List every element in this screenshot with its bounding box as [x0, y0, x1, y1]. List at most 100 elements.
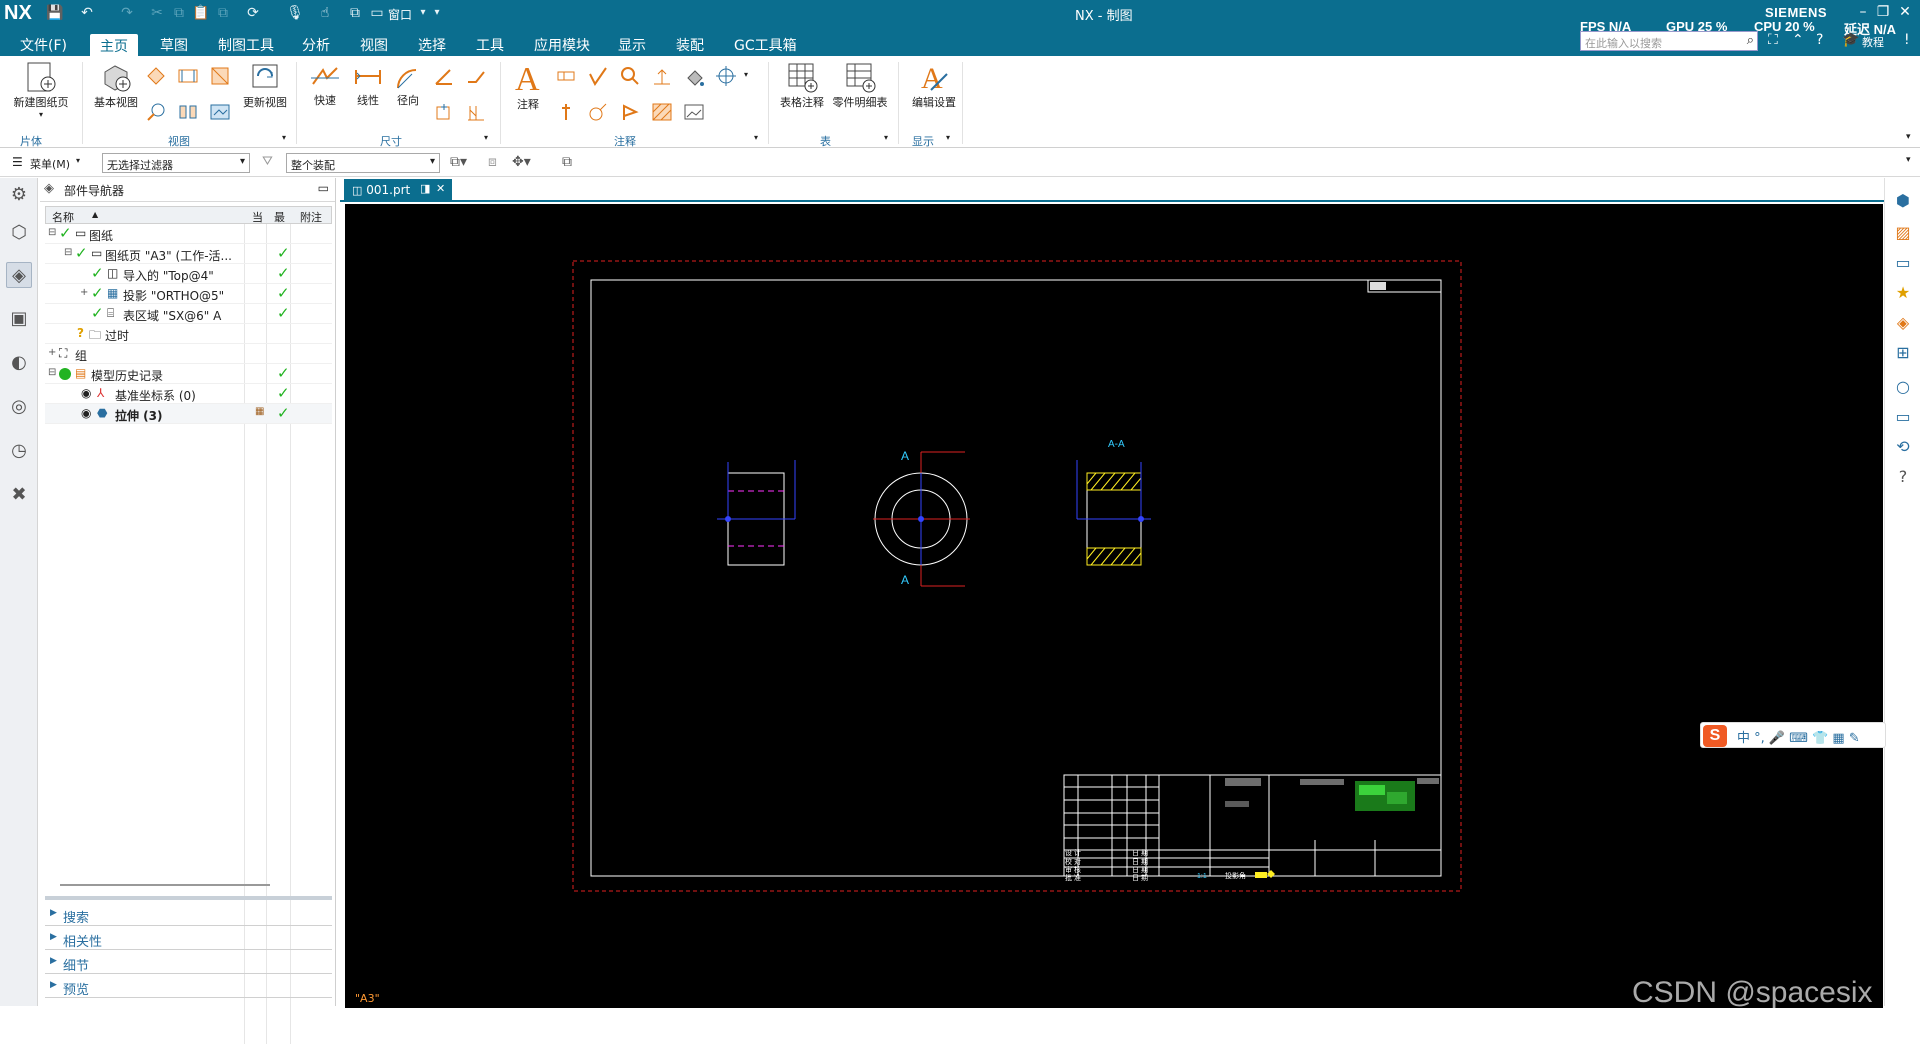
expand-toggle[interactable]: +: [48, 347, 56, 358]
note-button[interactable]: A 注释: [504, 60, 552, 112]
panel-splitter[interactable]: [45, 896, 332, 900]
rectangle-icon[interactable]: ▭: [1892, 406, 1914, 428]
tab-assembly[interactable]: 装配: [666, 33, 714, 57]
chevron-down-icon[interactable]: ▾: [946, 133, 950, 142]
touch-mode-icon[interactable]: ☝: [316, 4, 334, 22]
fill-icon[interactable]: [682, 64, 706, 88]
section-view-icon[interactable]: ▨: [1892, 222, 1914, 244]
customize-quick-access-icon[interactable]: ▾: [428, 4, 446, 22]
panel-details[interactable]: ▶ 细节: [45, 952, 332, 974]
chevron-down-icon[interactable]: ▾: [76, 156, 80, 165]
visibility-eye-icon[interactable]: ◉: [81, 386, 91, 400]
deselect-icon[interactable]: ⧈: [488, 154, 497, 170]
target-symbol-icon[interactable]: [618, 100, 642, 124]
chevron-down-icon[interactable]: ▾: [8, 110, 74, 119]
horizontal-scrollbar[interactable]: [60, 884, 270, 886]
tabular-note-button[interactable]: 表格注释: [774, 60, 830, 110]
base-view-button[interactable]: 基本视图: [86, 60, 146, 110]
chamfer-dimension-icon[interactable]: [464, 64, 488, 88]
document-tab[interactable]: ◫ 001.prt ◨ ✕: [344, 179, 452, 202]
check-icon[interactable]: ✓: [59, 224, 72, 242]
check-icon[interactable]: ✓: [75, 244, 88, 262]
linear-dimension-button[interactable]: 线性: [348, 62, 388, 108]
thickness-dimension-icon[interactable]: [432, 100, 456, 124]
tab-applications[interactable]: 应用模块: [524, 33, 600, 57]
window-menu-label[interactable]: 窗口: [388, 6, 412, 23]
tab-gc-toolbox[interactable]: GC工具箱: [724, 33, 807, 57]
tab-display[interactable]: 显示: [608, 33, 656, 57]
magnifier-icon[interactable]: [618, 64, 642, 88]
edit-view-icon[interactable]: ◈: [1892, 312, 1914, 334]
search-icon[interactable]: ⌕: [1747, 33, 1754, 48]
tab-sketch[interactable]: 草图: [150, 33, 198, 57]
reuse-library-icon[interactable]: ▣: [6, 306, 32, 332]
tab-drafting-tools[interactable]: 制图工具: [208, 33, 284, 57]
drawing-view-icon[interactable]: [208, 100, 232, 124]
selection-options-icon[interactable]: ⧉▾: [450, 154, 467, 170]
radial-dimension-button[interactable]: 径向: [388, 62, 428, 108]
tree-row[interactable]: ✓ ⌸ 表区域 "SX@6" A ✓: [45, 304, 332, 324]
snap-point-icon[interactable]: ✥▾: [512, 154, 531, 170]
ordinate-dimension-icon[interactable]: [464, 100, 488, 124]
tab-home[interactable]: 主页: [90, 34, 138, 56]
assembly-navigator-icon[interactable]: ⬡: [6, 220, 32, 246]
panel-preview[interactable]: ▶ 预览: [45, 976, 332, 998]
weld-symbol-icon[interactable]: [586, 100, 610, 124]
copy-icon[interactable]: ⧉: [170, 4, 188, 22]
top-view[interactable]: A A: [873, 449, 970, 587]
web-browser-icon[interactable]: ◎: [6, 394, 32, 420]
image-icon[interactable]: [682, 100, 706, 124]
type-filter-select[interactable]: 无选择过滤器 ▾: [102, 153, 250, 173]
chevron-down-icon[interactable]: ▾: [282, 133, 286, 142]
chevron-down-icon[interactable]: ▾: [884, 133, 888, 142]
view-creation-wizard-icon[interactable]: [176, 100, 200, 124]
visibility-eye-icon[interactable]: ◉: [81, 406, 91, 420]
close-tab-icon[interactable]: ✕: [436, 182, 445, 195]
switch-window-icon[interactable]: ⧉: [346, 4, 364, 22]
feature-control-frame-icon[interactable]: [554, 64, 578, 88]
drawing-sheet[interactable]: A A A-A 设 计 校 对 审 核 批 准 日 期 日 期 日 期 日 期 …: [345, 204, 1883, 1008]
chevron-down-icon[interactable]: ▾: [484, 133, 488, 142]
save-icon[interactable]: 💾: [46, 4, 64, 22]
collapse-toggle[interactable]: ⊟: [48, 367, 56, 378]
check-icon[interactable]: ✓: [91, 284, 104, 302]
break-view-icon[interactable]: [144, 100, 168, 124]
tree-row[interactable]: ⊟ ✓ ▭ 图纸页 "A3" (工作-活... ✓: [45, 244, 332, 264]
command-search-input[interactable]: 在此输入以搜索 ⌕: [1580, 31, 1758, 51]
paste-icon[interactable]: 📋: [192, 4, 210, 22]
sort-ascending-icon[interactable]: ▲: [92, 210, 98, 219]
alert-icon[interactable]: !: [1904, 32, 1910, 48]
tree-row[interactable]: ? 🗀 过时: [45, 324, 332, 344]
panel-search[interactable]: ▶ 搜索: [45, 904, 332, 926]
tab-analysis[interactable]: 分析: [292, 33, 340, 57]
collapse-ribbon-icon[interactable]: ⌃: [1792, 32, 1804, 48]
repeat-command-icon[interactable]: ⟳: [244, 4, 262, 22]
new-sheet-button[interactable]: 新建图纸页 ▾: [8, 60, 74, 119]
base-view-icon[interactable]: ⬢: [1892, 190, 1914, 212]
tab-file[interactable]: 文件(F): [10, 33, 77, 57]
parts-list-button[interactable]: 零件明细表: [830, 60, 890, 110]
rapid-dimension-button[interactable]: 快速: [302, 62, 348, 108]
chevron-down-icon[interactable]: ▾: [744, 70, 748, 79]
surface-finish-icon[interactable]: [586, 64, 610, 88]
tutorial-label[interactable]: 教程: [1862, 34, 1884, 50]
tree-row[interactable]: + ✓ ▦ 投影 "ORTHO@5" ✓: [45, 284, 332, 304]
angular-dimension-icon[interactable]: [432, 64, 456, 88]
help-icon[interactable]: ?: [1892, 466, 1914, 488]
paste-special-icon[interactable]: ⧉: [214, 4, 232, 22]
update-view-button[interactable]: 更新视图: [238, 60, 292, 110]
scope-select[interactable]: 整个装配 ▾: [286, 153, 440, 173]
cut-icon[interactable]: ✂: [148, 4, 166, 22]
check-icon[interactable]: ✓: [91, 304, 104, 322]
hatch-icon[interactable]: [650, 100, 674, 124]
update-icon[interactable]: ⟲: [1892, 436, 1914, 458]
tutorial-icon[interactable]: 🎓: [1842, 32, 1859, 48]
tree-row[interactable]: + ⛶ 组: [45, 344, 332, 364]
input-method-bar[interactable]: S 中 °, 🎤 ⌨ 👕 ▦ ✎: [1700, 722, 1886, 748]
column-current[interactable]: 当: [252, 209, 263, 225]
undo-icon[interactable]: ↶: [78, 4, 96, 22]
projected-view-icon[interactable]: [144, 64, 168, 88]
funnel-icon[interactable]: ⛛: [262, 154, 273, 169]
redo-icon[interactable]: ↷: [118, 4, 136, 22]
microphone-icon[interactable]: 🎙: [286, 4, 304, 22]
